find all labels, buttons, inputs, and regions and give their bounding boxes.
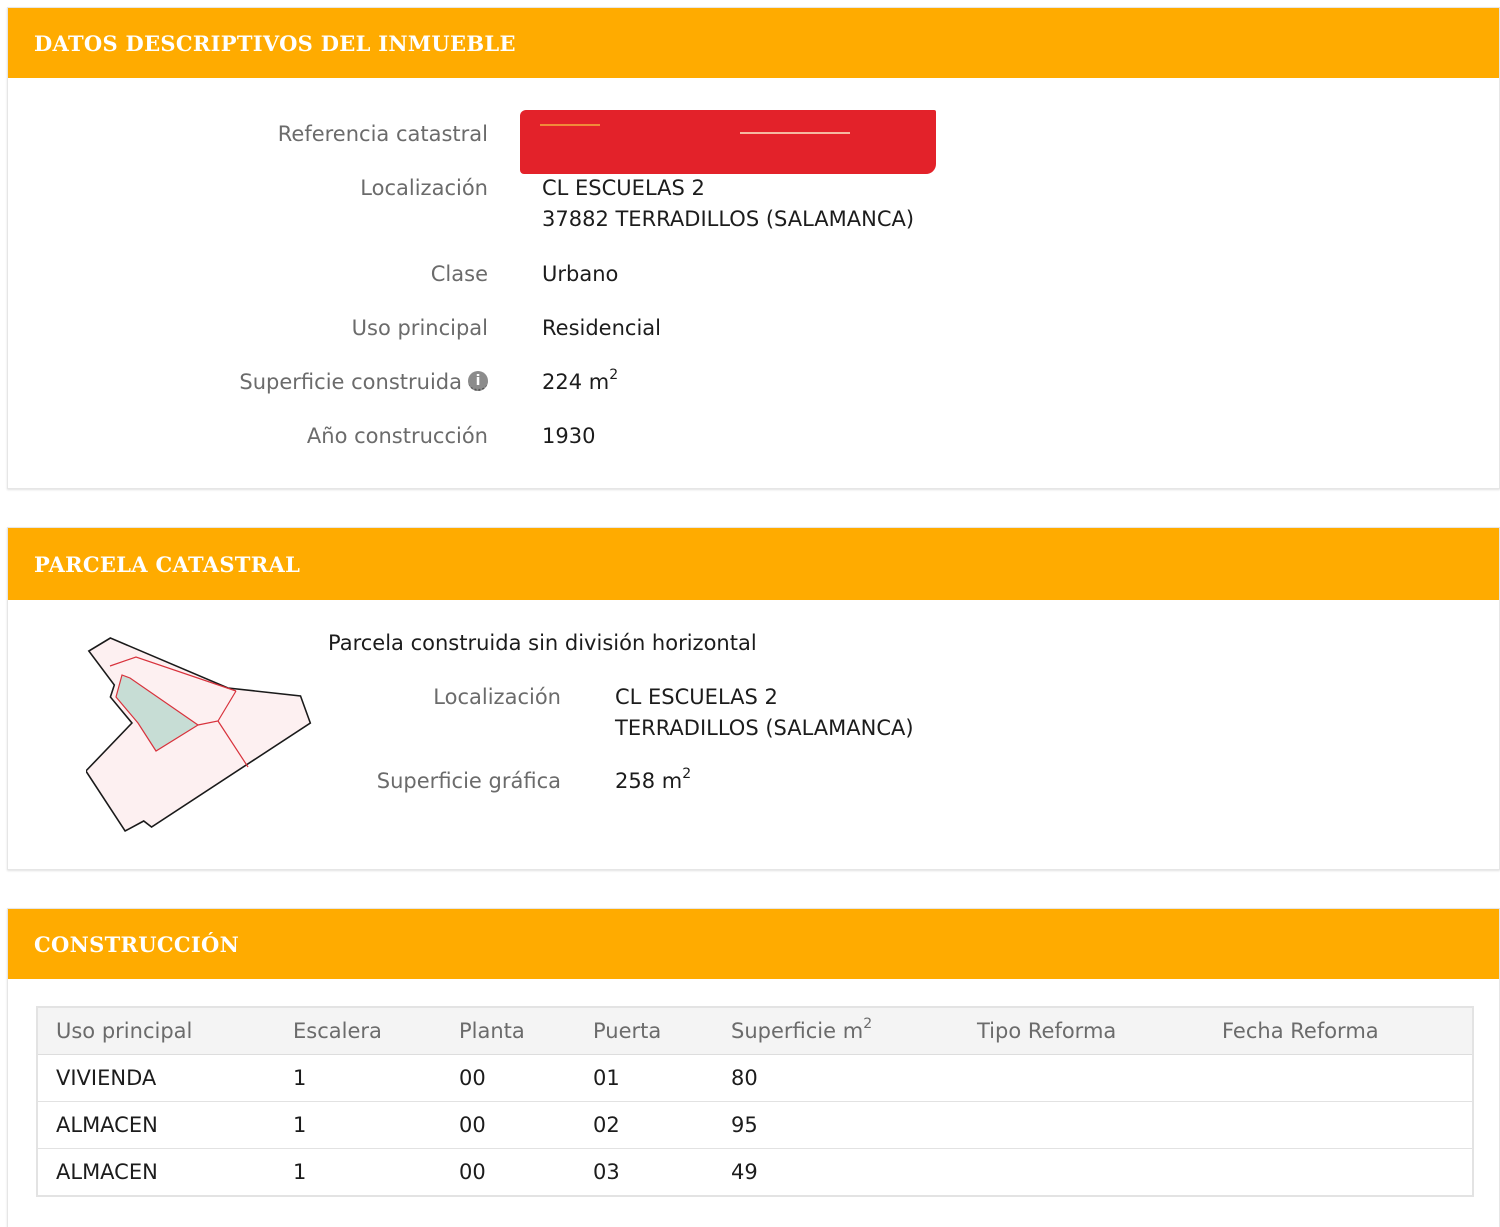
uso-value: Residencial xyxy=(542,316,661,340)
table-row: ALMACEN 1 00 03 49 xyxy=(38,1148,1472,1195)
construccion-table: Uso principal Escalera Planta Puerta Sup… xyxy=(38,1008,1472,1195)
localizacion-row: Localización CL ESCUELAS 2 37882 TERRADI… xyxy=(8,173,914,235)
col-uso-principal: Uso principal xyxy=(38,1008,275,1055)
construccion-table-wrapper: Uso principal Escalera Planta Puerta Sup… xyxy=(36,1006,1474,1197)
parcela-superficie-number: 258 m xyxy=(615,769,683,793)
construccion-header: CONSTRUCCIÓN xyxy=(8,909,1499,979)
superficie-row: Superficie construida i 224 m2 xyxy=(8,367,618,398)
parcela-localizacion-line2: TERRADILLOS (SALAMANCA) xyxy=(615,716,914,740)
info-icon[interactable]: i xyxy=(468,371,488,391)
anio-row: Año construcción 1930 xyxy=(8,421,596,452)
col-fecha-reforma: Fecha Reforma xyxy=(1204,1008,1472,1055)
cell-uso: VIVIENDA xyxy=(38,1054,275,1102)
cell-planta: 00 xyxy=(459,1159,486,1184)
parcela-subtitle: Parcela construida sin división horizont… xyxy=(328,631,757,655)
parcela-catastral-panel: PARCELA CATASTRAL Parcela construida sin… xyxy=(7,527,1500,870)
parcela-localizacion-label: Localización xyxy=(433,685,561,709)
col-planta: Planta xyxy=(441,1008,575,1055)
cell-puerta: 01 xyxy=(575,1054,713,1102)
superficie-number: 224 m xyxy=(542,370,610,394)
parcela-localizacion-row: Localización CL ESCUELAS 2 TERRADILLOS (… xyxy=(8,682,914,744)
parcela-superficie-value: 258 m2 xyxy=(615,766,691,797)
superficie-label-group: Superficie construida i xyxy=(8,367,488,398)
clase-label: Clase xyxy=(430,262,488,286)
col-escalera: Escalera xyxy=(275,1008,441,1055)
construccion-panel: CONSTRUCCIÓN Uso principal Escalera Plan… xyxy=(7,908,1500,1227)
construccion-title: CONSTRUCCIÓN xyxy=(34,931,240,957)
datos-descriptivos-panel: DATOS DESCRIPTIVOS DEL INMUEBLE Referenc… xyxy=(7,7,1500,489)
parcela-localizacion-line1: CL ESCUELAS 2 xyxy=(615,685,778,709)
cell-puerta: 02 xyxy=(575,1101,713,1149)
parcela-superficie-label: Superficie gráfica xyxy=(376,769,561,793)
uso-row: Uso principal Residencial xyxy=(8,313,661,344)
cell-planta: 00 xyxy=(441,1054,575,1102)
superficie-value: 224 m2 xyxy=(542,367,618,398)
localizacion-label: Localización xyxy=(360,176,488,200)
col-tipo-reforma: Tipo Reforma xyxy=(959,1008,1204,1055)
cell-superficie: 49 xyxy=(731,1159,758,1184)
clase-value: Urbano xyxy=(542,262,619,286)
cell-fecha-reforma xyxy=(1204,1054,1472,1102)
datos-descriptivos-header: DATOS DESCRIPTIVOS DEL INMUEBLE xyxy=(8,8,1499,78)
table-row: ALMACEN 1 00 02 95 xyxy=(38,1101,1472,1149)
cell-escalera: 1 xyxy=(275,1101,441,1149)
col-superficie-label: Superficie m xyxy=(731,1018,864,1043)
cell-superficie: 95 xyxy=(713,1101,959,1149)
uso-label: Uso principal xyxy=(351,316,488,340)
cell-uso: ALMACEN xyxy=(38,1101,275,1149)
cell-fecha-reforma xyxy=(1204,1148,1472,1195)
parcela-superficie-row: Superficie gráfica 258 m2 xyxy=(8,766,691,797)
table-header-row: Uso principal Escalera Planta Puerta Sup… xyxy=(38,1008,1472,1055)
referencia-label: Referencia catastral xyxy=(277,122,488,146)
superficie-label: Superficie construida xyxy=(239,370,462,394)
localizacion-line1: CL ESCUELAS 2 xyxy=(542,176,705,200)
redacted-referencia-value xyxy=(520,110,936,174)
clase-row: Clase Urbano xyxy=(8,259,619,290)
parcela-superficie-exponent: 2 xyxy=(682,766,692,782)
cell-planta: 00 xyxy=(441,1101,575,1149)
parcela-title: PARCELA CATASTRAL xyxy=(34,551,301,577)
cell-escalera: 1 xyxy=(293,1159,307,1184)
datos-descriptivos-title: DATOS DESCRIPTIVOS DEL INMUEBLE xyxy=(34,30,516,56)
cell-escalera: 1 xyxy=(275,1054,441,1102)
cell-tipo-reforma xyxy=(959,1054,1204,1102)
col-superficie-exponent: 2 xyxy=(863,1015,873,1032)
superficie-exponent: 2 xyxy=(609,367,619,383)
parcela-localizacion-value: CL ESCUELAS 2 TERRADILLOS (SALAMANCA) xyxy=(615,682,914,744)
table-row: VIVIENDA 1 00 01 80 xyxy=(38,1054,1472,1102)
cell-tipo-reforma xyxy=(959,1148,1204,1195)
cell-puerta: 03 xyxy=(593,1159,620,1184)
cell-uso: ALMACEN xyxy=(56,1159,158,1184)
anio-label: Año construcción xyxy=(306,424,488,448)
cell-superficie: 80 xyxy=(713,1054,959,1102)
cell-tipo-reforma xyxy=(959,1101,1204,1149)
referencia-row: Referencia catastral xyxy=(8,119,488,150)
col-puerta: Puerta xyxy=(575,1008,713,1055)
parcela-header: PARCELA CATASTRAL xyxy=(8,528,1499,600)
anio-value: 1930 xyxy=(542,424,596,448)
cell-fecha-reforma xyxy=(1204,1101,1472,1149)
parcela-subtitle-row: Parcela construida sin división horizont… xyxy=(328,628,757,659)
col-superficie: Superficie m2 xyxy=(713,1008,959,1055)
localizacion-line2: 37882 TERRADILLOS (SALAMANCA) xyxy=(542,207,915,231)
localizacion-value: CL ESCUELAS 2 37882 TERRADILLOS (SALAMAN… xyxy=(542,173,914,235)
